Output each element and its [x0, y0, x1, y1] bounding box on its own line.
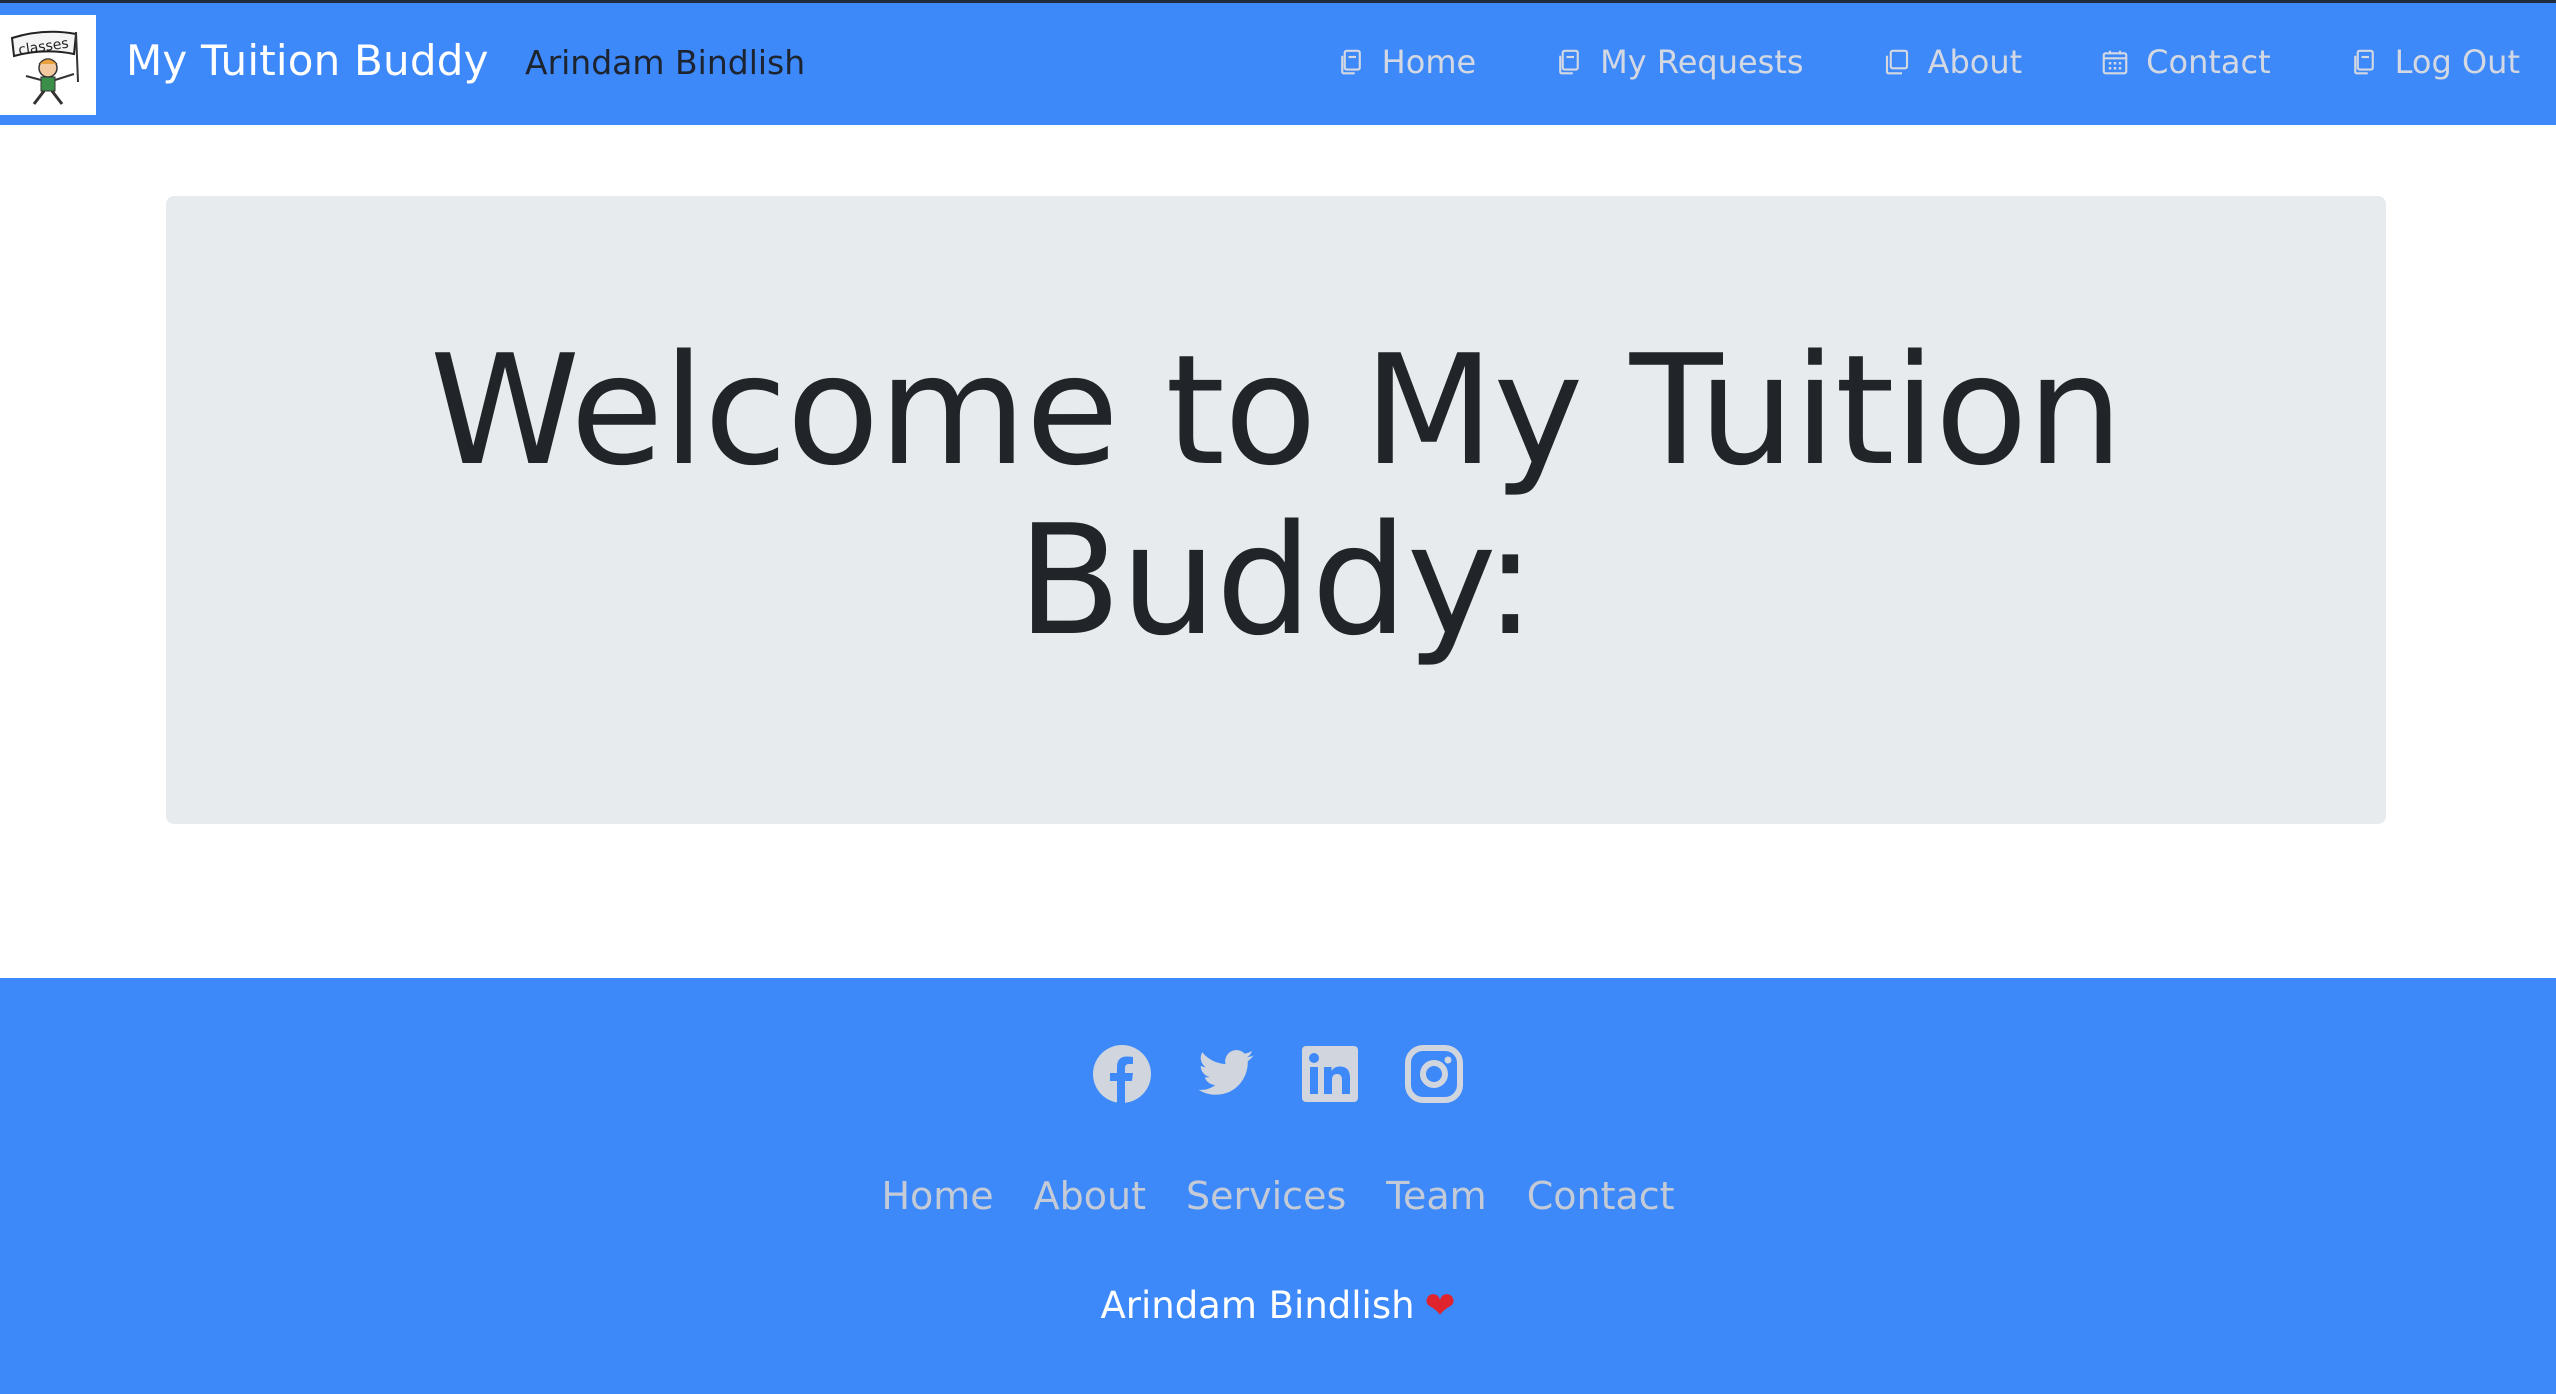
nav-link-label: Log Out: [2394, 43, 2520, 81]
nav-user-name: Arindam Bindlish: [525, 43, 806, 82]
footer-links: Home About Services Team Contact: [0, 1174, 2556, 1218]
nav-link-label: Home: [1381, 43, 1477, 81]
linkedin-icon: [1302, 1046, 1358, 1102]
nav-link-my-requests[interactable]: My Requests: [1554, 43, 1804, 81]
footer-credit-name: Arindam Bindlish: [1100, 1284, 1415, 1327]
calendar-icon: [2102, 50, 2128, 75]
instagram-link[interactable]: [1404, 1044, 1464, 1104]
footer-link-team[interactable]: Team: [1386, 1174, 1486, 1218]
copy-icon: [1559, 49, 1579, 75]
facebook-icon: [1093, 1045, 1151, 1104]
footer-link-contact[interactable]: Contact: [1527, 1174, 1675, 1218]
hero-title: Welcome to My Tuition Buddy:: [429, 322, 2123, 669]
navbar: classes My Tuition Buddy Arindam Bindlis…: [0, 3, 2556, 125]
social-links: [0, 1044, 2556, 1104]
nav-link-contact[interactable]: Contact: [2100, 43, 2271, 81]
footer-credit: Arindam Bindlish ❤: [0, 1284, 2556, 1327]
copy-icon: [1885, 49, 1908, 75]
twitter-link[interactable]: [1196, 1044, 1256, 1104]
copy-icon: [2353, 49, 2374, 75]
heart-icon: ❤: [1424, 1284, 1456, 1327]
linkedin-link[interactable]: [1300, 1044, 1360, 1104]
nav-link-log-out[interactable]: Log Out: [2349, 43, 2520, 81]
footer-link-services[interactable]: Services: [1186, 1174, 1346, 1218]
nav-link-label: My Requests: [1600, 43, 1804, 81]
footer-link-about[interactable]: About: [1034, 1174, 1146, 1218]
brand-title[interactable]: My Tuition Buddy: [126, 36, 489, 85]
nav-link-about[interactable]: About: [1882, 43, 2023, 81]
twitter-icon: [1198, 1050, 1254, 1095]
hero-jumbotron: Welcome to My Tuition Buddy:: [166, 196, 2386, 824]
nav-links: Home My Requests About Contact Log Out: [1258, 43, 2520, 81]
nav-link-home[interactable]: Home: [1336, 43, 1477, 81]
nav-link-label: Contact: [2146, 43, 2271, 81]
classes-logo-icon: classes: [4, 20, 92, 110]
footer-link-home[interactable]: Home: [881, 1174, 993, 1218]
nav-link-label: About: [1927, 43, 2023, 81]
footer: Home About Services Team Contact Arindam…: [0, 978, 2556, 1394]
instagram-icon: [1405, 1045, 1463, 1103]
facebook-link[interactable]: [1092, 1044, 1152, 1104]
logo-link[interactable]: classes: [0, 15, 96, 115]
copy-icon: [1340, 49, 1361, 75]
